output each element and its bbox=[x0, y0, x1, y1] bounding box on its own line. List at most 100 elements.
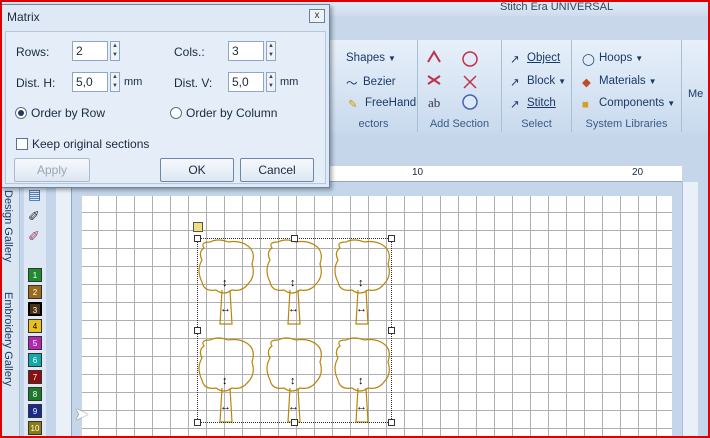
chevron-down-icon: ▼ bbox=[388, 54, 396, 63]
section-tool-icon[interactable] bbox=[463, 75, 477, 89]
select-group: ↗ Object ↗ Block ▼ ↗ Stitch Select bbox=[502, 40, 572, 132]
selection-handle[interactable] bbox=[194, 327, 201, 334]
shapes-label: Shapes bbox=[346, 52, 386, 64]
bezier-button[interactable]: 〜 Bezier bbox=[346, 75, 396, 90]
dist-v-label: Dist. V: bbox=[174, 76, 213, 90]
dist-v-stepper[interactable]: ▲ ▼ bbox=[266, 72, 276, 92]
color-swatch[interactable]: 1 bbox=[28, 268, 42, 282]
system-libraries-group-label: System Libraries bbox=[585, 118, 668, 130]
dist-h-stepper[interactable]: ▲ ▼ bbox=[110, 72, 120, 92]
color-swatch[interactable]: 6 bbox=[28, 353, 42, 367]
components-button[interactable]: ■ Components ▼ bbox=[582, 97, 675, 111]
rows-label: Rows: bbox=[16, 45, 50, 59]
selection-handle[interactable] bbox=[388, 419, 395, 426]
freehand-label: FreeHand bbox=[365, 97, 417, 109]
rows-input[interactable]: 2 bbox=[72, 41, 108, 61]
system-libraries-group: ◯ Hoops ▼ ◆ Materials ▼ ■ Components ▼ System … bbox=[572, 40, 682, 132]
color-swatch[interactable]: 5 bbox=[28, 336, 42, 350]
bezier-label: Bezier bbox=[363, 76, 396, 88]
color-swatch[interactable]: 8 bbox=[28, 387, 42, 401]
color-swatch[interactable]: 7 bbox=[28, 370, 42, 384]
eyedropper-icon[interactable]: ✐ bbox=[28, 228, 40, 245]
pen-icon: ✎ bbox=[348, 99, 358, 111]
order-by-column-radio[interactable] bbox=[170, 107, 182, 119]
color-swatch[interactable]: 9 bbox=[28, 404, 42, 418]
block-icon: ↗ bbox=[510, 77, 520, 89]
dist-v-unit: mm bbox=[280, 76, 299, 88]
materials-label: Materials bbox=[599, 75, 646, 87]
object-label: Object bbox=[527, 52, 561, 64]
section-tool-icon[interactable] bbox=[427, 50, 441, 63]
order-by-row-radio[interactable] bbox=[15, 107, 27, 119]
monogram-icon[interactable] bbox=[462, 94, 478, 110]
selection-handle[interactable] bbox=[194, 235, 201, 242]
dist-v-input[interactable]: 5,0 bbox=[228, 72, 264, 92]
block-label: Block bbox=[527, 75, 556, 87]
matrix-dialog: Matrix x Rows: 2 ▲ ▼ Cols.: 3 ▲ ▼ Dist. H:… bbox=[0, 4, 330, 188]
add-section-icons: ab bbox=[427, 50, 478, 110]
section-tool-icon[interactable] bbox=[427, 75, 441, 85]
add-section-group-label: Add Section bbox=[429, 118, 490, 130]
cols-input[interactable]: 3 bbox=[228, 41, 264, 61]
close-button[interactable]: x bbox=[309, 9, 325, 23]
freehand-button[interactable]: ✎ FreeHand bbox=[348, 97, 417, 111]
shapes-button[interactable]: Shapes ▼ bbox=[346, 52, 396, 64]
components-icon: ■ bbox=[582, 99, 589, 111]
hoops-label: Hoops bbox=[599, 52, 633, 64]
gallery-strip: Design Gallery Embroidery Gallery bbox=[0, 182, 20, 438]
design-gallery-tab[interactable]: Design Gallery bbox=[2, 190, 14, 262]
keep-sections-checkbox[interactable] bbox=[16, 138, 28, 150]
cancel-button[interactable]: Cancel bbox=[240, 158, 314, 182]
select-group-label: Select bbox=[521, 118, 552, 130]
stitch-label: Stitch bbox=[527, 97, 556, 109]
cols-stepper[interactable]: ▲ ▼ bbox=[266, 41, 276, 61]
selection-handle[interactable] bbox=[388, 327, 395, 334]
section-tool-icon[interactable] bbox=[462, 51, 478, 67]
chevron-down-icon: ▼ bbox=[558, 77, 567, 86]
selection-handle[interactable] bbox=[194, 419, 201, 426]
eyedropper-icon[interactable]: ✐ bbox=[28, 208, 40, 225]
components-label: Components bbox=[599, 97, 665, 109]
measure-button[interactable]: Me bbox=[688, 88, 703, 100]
rows-stepper[interactable]: ▲ ▼ bbox=[110, 41, 120, 61]
ok-button[interactable]: OK bbox=[160, 158, 234, 182]
chevron-down-icon: ▼ bbox=[648, 77, 657, 86]
color-swatch[interactable]: 3 bbox=[28, 302, 42, 316]
svg-text:ab: ab bbox=[428, 95, 440, 110]
materials-button[interactable]: ◆ Materials ▼ bbox=[582, 75, 657, 89]
measure-label: Me bbox=[688, 88, 704, 100]
selection-handle[interactable] bbox=[291, 235, 298, 242]
vertical-ruler bbox=[56, 182, 72, 436]
select-stitch-button[interactable]: ↗ Stitch bbox=[510, 97, 556, 111]
keep-sections-label: Keep original sections bbox=[32, 137, 150, 151]
bezier-icon: 〜 bbox=[346, 78, 358, 90]
select-block-button[interactable]: ↗ Block ▼ bbox=[510, 75, 567, 89]
vertical-scrollbar[interactable] bbox=[682, 182, 698, 436]
text-section-icon[interactable]: ab bbox=[428, 95, 440, 110]
select-object-button[interactable]: ↗ Object bbox=[510, 52, 561, 66]
hoop-icon: ◯ bbox=[582, 54, 595, 66]
dist-h-unit: mm bbox=[124, 76, 143, 88]
selection-handle[interactable] bbox=[388, 235, 395, 242]
ruler-tick-label: 20 bbox=[632, 167, 644, 178]
embroidery-gallery-tab[interactable]: Embroidery Gallery bbox=[2, 292, 14, 386]
materials-icon: ◆ bbox=[582, 77, 591, 89]
cols-label: Cols.: bbox=[174, 45, 205, 59]
chart-icon[interactable]: ▤ bbox=[28, 186, 41, 203]
app-title: Stitch Era UNIVERSAL bbox=[500, 1, 614, 13]
color-swatch[interactable]: 10 bbox=[28, 421, 42, 435]
order-by-column-label: Order by Column bbox=[186, 106, 278, 120]
hoops-button[interactable]: ◯ Hoops ▼ bbox=[582, 52, 643, 66]
chevron-down-icon: ▼ bbox=[667, 99, 676, 108]
stitch-icon: ↗ bbox=[510, 99, 520, 111]
color-swatch[interactable]: 2 bbox=[28, 285, 42, 299]
dist-h-label: Dist. H: bbox=[16, 76, 56, 90]
selection-box[interactable] bbox=[197, 238, 392, 423]
color-swatch[interactable]: 4 bbox=[28, 319, 42, 333]
selection-handle[interactable] bbox=[291, 419, 298, 426]
anchor-icon[interactable] bbox=[193, 222, 203, 232]
dialog-title: Matrix bbox=[7, 10, 40, 24]
dist-h-input[interactable]: 5,0 bbox=[72, 72, 108, 92]
apply-button[interactable]: Apply bbox=[14, 158, 90, 182]
vectors-group-label: ectors bbox=[358, 118, 389, 130]
